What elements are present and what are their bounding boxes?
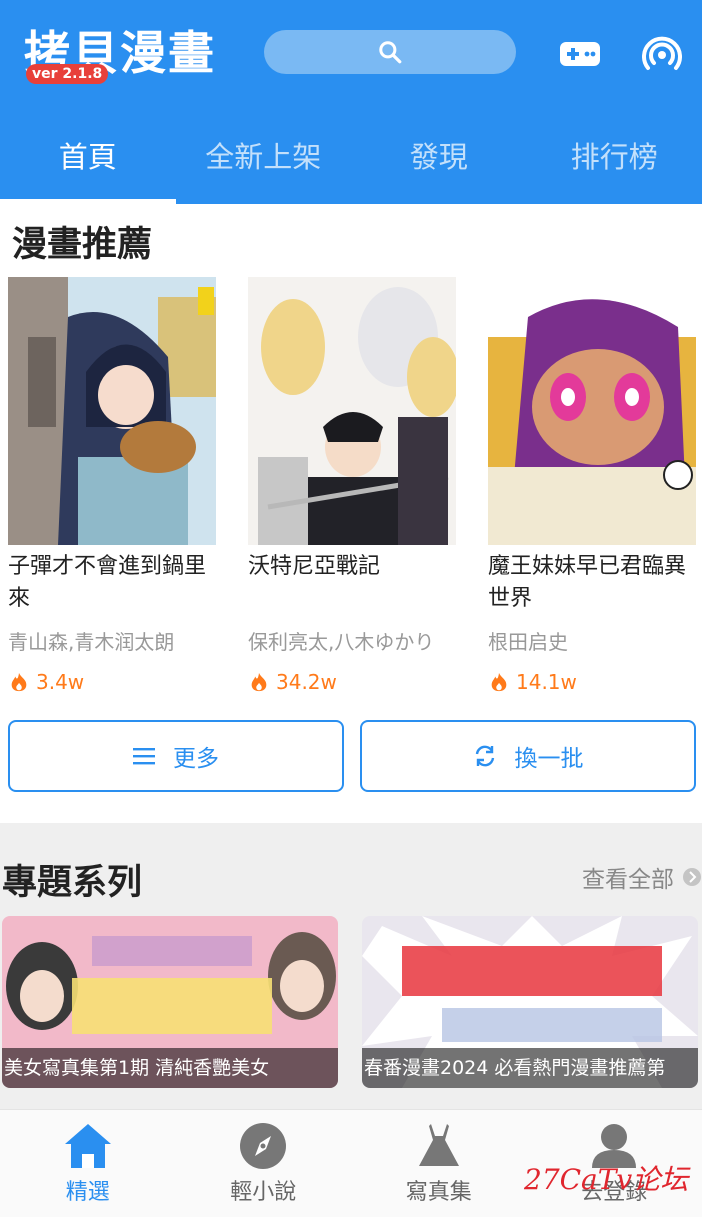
tab-new-arrivals[interactable]: 全新上架 <box>176 120 352 204</box>
nav-photo-album[interactable]: 寫真集 <box>351 1110 527 1217</box>
see-all-link[interactable]: 查看全部 <box>582 860 702 894</box>
more-button-label: 更多 <box>173 746 219 772</box>
home-icon <box>64 1124 111 1168</box>
heat-value: 34.2w <box>276 670 337 694</box>
comic-card[interactable]: 沃特尼亞戰記 保利亮太,八木ゆかり 34.2w <box>248 277 456 695</box>
broadcast-icon[interactable] <box>640 32 684 76</box>
nav-featured-label: 精選 <box>65 1180 110 1205</box>
section-divider <box>0 823 702 839</box>
watermark: 27CaTv论坛 <box>524 1163 689 1196</box>
comic-cover[interactable] <box>8 277 216 545</box>
topic-caption: 春番漫畫2024 必看熱門漫畫推薦第 <box>362 1048 698 1088</box>
search-bar[interactable] <box>264 30 516 74</box>
heat-value: 14.1w <box>516 670 577 694</box>
topic-caption: 美女寫真集第1期 清純香艷美女 <box>2 1048 338 1088</box>
flame-icon <box>491 672 507 692</box>
comic-heat: 14.1w <box>488 669 696 695</box>
tab-discover[interactable]: 發現 <box>351 120 527 204</box>
topics-section-title: 專題系列 <box>2 863 143 903</box>
search-icon <box>379 41 402 64</box>
top-tabs: 首頁 全新上架 發現 排行榜 <box>0 120 702 204</box>
nav-photo-album-label: 寫真集 <box>405 1180 472 1205</box>
topic-card[interactable]: 春番漫畫2024 必看熱門漫畫推薦第 <box>362 916 698 1088</box>
nav-light-novel[interactable]: 輕小說 <box>176 1110 352 1217</box>
tab-home[interactable]: 首頁 <box>0 120 176 204</box>
compass-icon <box>240 1123 287 1169</box>
comic-author: 青山森,青木润太朗 <box>8 630 175 654</box>
comic-heat: 3.4w <box>8 669 216 695</box>
recommend-section-title: 漫畫推薦 <box>12 225 153 265</box>
gamepad-icon[interactable] <box>558 32 602 76</box>
comic-heat: 34.2w <box>248 669 456 695</box>
comic-title[interactable]: 魔王妹妹早已君臨異世界 <box>488 551 696 615</box>
topic-card[interactable]: 美女寫真集第1期 清純香艷美女 <box>2 916 338 1088</box>
comic-title[interactable]: 沃特尼亞戰記 <box>248 551 456 615</box>
flame-icon <box>11 672 27 692</box>
tab-ranking[interactable]: 排行榜 <box>527 120 702 204</box>
refresh-button-label: 換一批 <box>514 746 584 772</box>
refresh-icon <box>475 745 494 767</box>
app-header: 拷貝漫畫 ver 2.1.8 首頁 全新上架 發現 排行榜 <box>0 0 702 204</box>
dress-icon <box>418 1124 459 1166</box>
refresh-button[interactable]: 換一批 <box>360 720 696 792</box>
comic-author: 保利亮太,八木ゆかり <box>248 630 435 654</box>
comic-card[interactable]: 魔王妹妹早已君臨異世界 根田启史 14.1w <box>488 277 696 695</box>
comic-author: 根田启史 <box>488 630 568 654</box>
comic-title[interactable]: 子彈才不會進到鍋里來 <box>8 551 216 615</box>
flame-icon <box>251 672 267 692</box>
comic-cover[interactable] <box>488 277 696 545</box>
chevron-right-icon <box>683 868 701 886</box>
menu-icon <box>133 748 155 765</box>
comic-cover[interactable] <box>248 277 456 545</box>
nav-featured[interactable]: 精選 <box>0 1110 176 1217</box>
see-all-label: 查看全部 <box>582 867 674 893</box>
more-button[interactable]: 更多 <box>8 720 344 792</box>
version-badge: ver 2.1.8 <box>26 64 109 84</box>
heat-value: 3.4w <box>36 670 85 694</box>
comic-card[interactable]: 子彈才不會進到鍋里來 青山森,青木润太朗 3.4w <box>8 277 216 695</box>
nav-light-novel-label: 輕小說 <box>230 1180 297 1205</box>
